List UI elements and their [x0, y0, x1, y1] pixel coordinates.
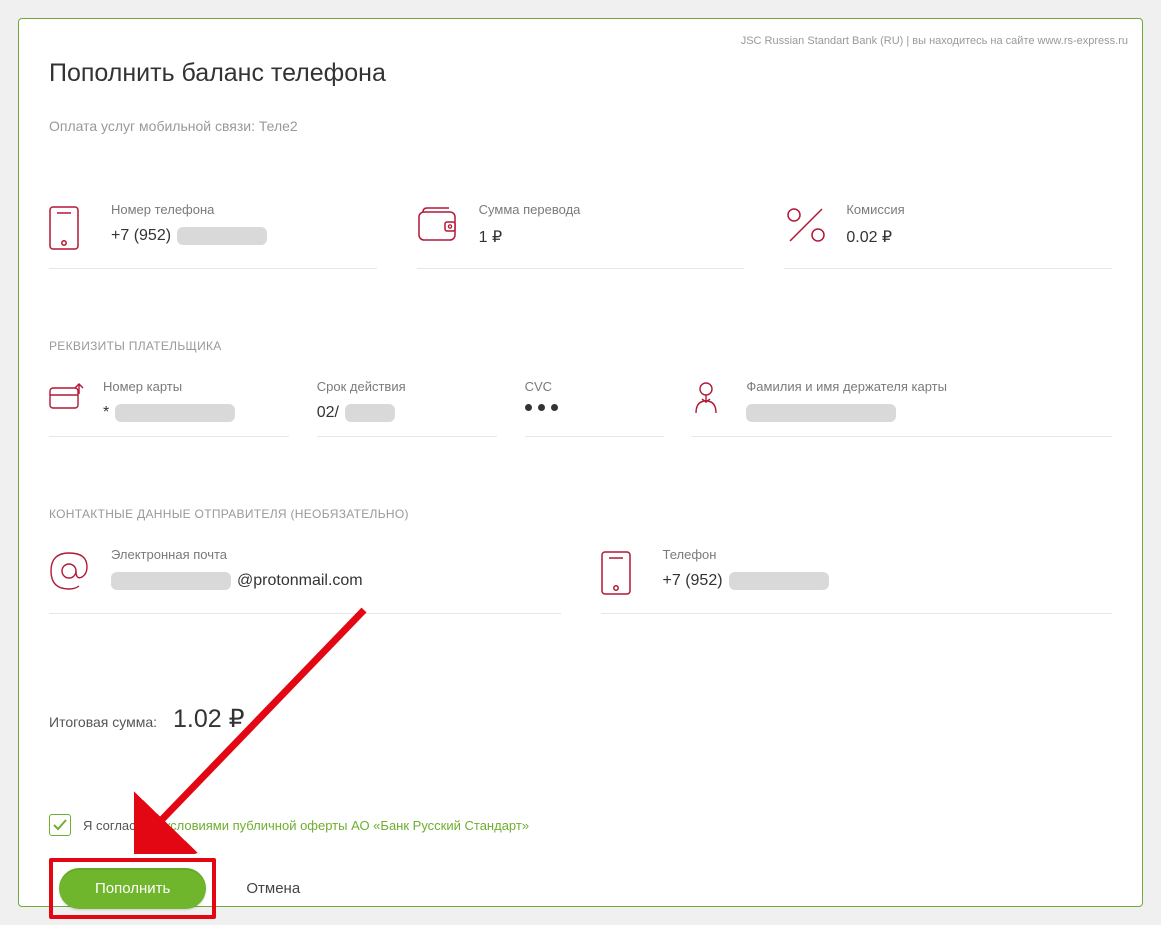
cancel-button[interactable]: Отмена	[246, 880, 300, 897]
phone-redacted	[177, 227, 267, 245]
contact-phone-prefix: +7 (952)	[663, 572, 723, 590]
check-icon	[53, 819, 67, 831]
expiry-redacted	[345, 404, 395, 422]
amount-label: Сумма перевода	[479, 202, 745, 217]
payment-form-card: JSC Russian Standart Bank (RU) | вы нахо…	[18, 18, 1143, 907]
amount-field: Сумма перевода 1 ₽	[417, 202, 745, 269]
email-label: Электронная почта	[111, 547, 561, 562]
percent-icon	[784, 202, 828, 244]
contact-phone-label: Телефон	[663, 547, 1113, 562]
person-icon	[692, 379, 730, 422]
page-title: Пополнить баланс телефона	[49, 59, 1112, 88]
email-suffix: @protonmail.com	[237, 572, 363, 590]
holder-redacted	[746, 404, 896, 422]
card-expiry-label: Срок действия	[317, 379, 497, 394]
contact-phone-value[interactable]: +7 (952)	[663, 572, 1113, 590]
card-cvc-field: CVC	[525, 379, 665, 437]
payer-row: Номер карты * Срок действия 02/ CVC	[49, 379, 1112, 437]
total-label: Итоговая сумма:	[49, 714, 157, 730]
card-number-field: Номер карты *	[49, 379, 289, 437]
card-cvc-label: CVC	[525, 379, 665, 394]
email-redacted	[111, 572, 231, 590]
phone-icon-2	[601, 547, 645, 595]
card-expiry-value[interactable]: 02/	[317, 404, 497, 422]
total-value: 1.02 ₽	[173, 704, 245, 734]
consent-checkbox[interactable]	[49, 814, 71, 836]
submit-button[interactable]: Пополнить	[59, 868, 206, 909]
card-icon	[49, 379, 87, 422]
contact-row: Электронная почта @protonmail.com Телефо…	[49, 547, 1112, 614]
consent-text: Я согласен с условиями публичной оферты …	[83, 818, 529, 833]
phone-icon	[49, 202, 93, 250]
at-icon	[49, 547, 93, 591]
fee-label: Комиссия	[846, 202, 1112, 217]
card-holder-value[interactable]	[746, 404, 947, 422]
card-redacted	[115, 404, 235, 422]
card-number-label: Номер карты	[103, 379, 235, 394]
phone-label: Номер телефона	[111, 202, 377, 217]
card-holder-label: Фамилия и имя держателя карты	[746, 379, 947, 394]
email-value[interactable]: @protonmail.com	[111, 572, 561, 590]
amount-value[interactable]: 1 ₽	[479, 227, 745, 247]
card-holder-field: Фамилия и имя держателя карты	[692, 379, 1112, 437]
consent-link[interactable]: условиями публичной оферты АО «Банк Русс…	[164, 818, 529, 833]
contact-section-title: КОНТАКТНЫЕ ДАННЫЕ ОТПРАВИТЕЛЯ (НЕОБЯЗАТЕ…	[49, 507, 1112, 521]
card-prefix: *	[103, 404, 109, 422]
contact-phone-field: Телефон +7 (952)	[601, 547, 1113, 614]
phone-field: Номер телефона +7 (952)	[49, 202, 377, 269]
total-row: Итоговая сумма: 1.02 ₽	[49, 704, 1112, 734]
page-subtitle: Оплата услуг мобильной связи: Теле2	[49, 118, 1112, 134]
fee-value: 0.02 ₽	[846, 227, 1112, 247]
card-number-value[interactable]: *	[103, 404, 235, 422]
actions-row: Пополнить Отмена	[49, 858, 1112, 919]
site-note: JSC Russian Standart Bank (RU) | вы нахо…	[741, 35, 1128, 47]
submit-highlight: Пополнить	[49, 858, 216, 919]
contact-phone-redacted	[729, 572, 829, 590]
consent-prefix: Я согласен с	[83, 818, 164, 833]
card-expiry-field: Срок действия 02/	[317, 379, 497, 437]
transfer-summary-row: Номер телефона +7 (952) Сумма перевода 1…	[49, 202, 1112, 269]
email-field: Электронная почта @protonmail.com	[49, 547, 561, 614]
phone-value[interactable]: +7 (952)	[111, 227, 377, 245]
cvc-dots	[525, 404, 558, 411]
wallet-icon	[417, 202, 461, 242]
card-cvc-value[interactable]	[525, 404, 665, 411]
fee-field: Комиссия 0.02 ₽	[784, 202, 1112, 269]
payer-section-title: РЕКВИЗИТЫ ПЛАТЕЛЬЩИКА	[49, 339, 1112, 353]
expiry-prefix: 02/	[317, 404, 339, 422]
phone-prefix: +7 (952)	[111, 227, 171, 245]
consent-row: Я согласен с условиями публичной оферты …	[49, 814, 1112, 836]
